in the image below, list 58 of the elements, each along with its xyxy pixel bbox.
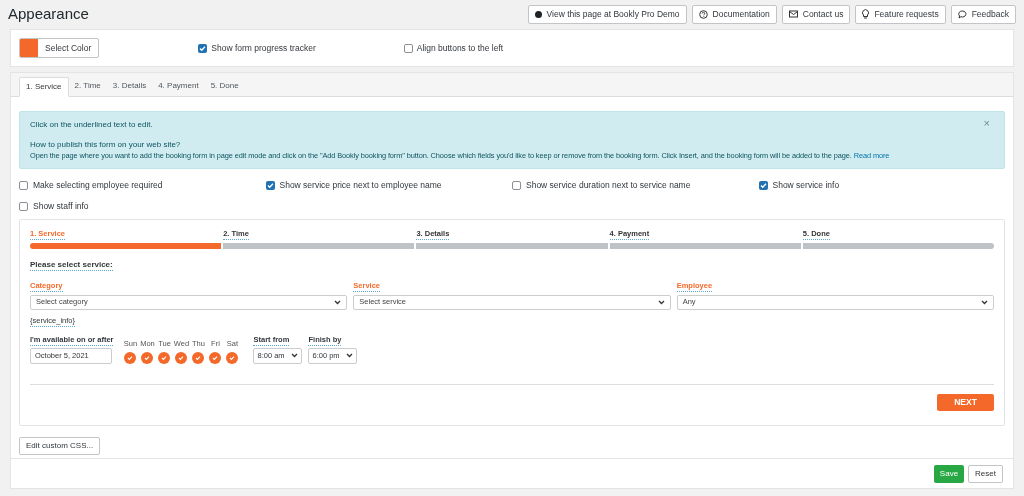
notice-text: Click on the underlined text to edit. xyxy=(30,119,153,130)
help-icon xyxy=(698,9,708,19)
check-icon xyxy=(212,354,219,361)
tab[interactable]: 1. Service xyxy=(19,77,69,97)
header-button[interactable]: Contact us xyxy=(781,4,851,24)
option-label: Make selecting employee required xyxy=(33,179,163,192)
day-checkbox[interactable] xyxy=(124,351,137,364)
dot-icon xyxy=(534,10,542,18)
day-checkbox[interactable] xyxy=(192,351,205,364)
check-icon xyxy=(195,354,202,361)
check-icon xyxy=(178,354,185,361)
header-button[interactable]: Feature requests xyxy=(855,4,946,24)
edit-css-button[interactable]: Edit custom CSS... xyxy=(19,436,101,455)
check-icon xyxy=(266,181,274,189)
day-checkbox[interactable] xyxy=(141,351,154,364)
header-button[interactable]: Documentation xyxy=(691,4,777,24)
option-label: Show staff info xyxy=(33,199,89,213)
tab[interactable]: 4. Payment xyxy=(152,76,205,96)
chat-icon xyxy=(957,9,967,19)
option-label: Show form progress tracker xyxy=(211,41,316,55)
tab[interactable]: 3. Details xyxy=(106,76,153,96)
day-checkbox[interactable] xyxy=(226,351,239,364)
tab[interactable]: 2. Time xyxy=(68,76,107,96)
lightbulb-icon xyxy=(862,9,870,19)
check-icon xyxy=(759,181,767,189)
checkbox[interactable] xyxy=(19,201,28,211)
day-checkbox[interactable] xyxy=(175,351,188,364)
checkbox[interactable] xyxy=(512,180,521,190)
checkbox[interactable] xyxy=(758,180,768,190)
page-title: Appearance xyxy=(8,3,89,24)
header-button[interactable]: Feedback xyxy=(950,4,1016,24)
notice-text: How to publish this form on your web site? xyxy=(30,139,181,150)
check-icon xyxy=(144,354,151,361)
chevron-down-icon xyxy=(346,353,354,358)
option-label: Show service duration next to service name xyxy=(526,179,691,192)
color-picker-button[interactable]: Select Color xyxy=(19,38,100,58)
day-checkbox[interactable] xyxy=(158,351,171,364)
check-icon xyxy=(229,354,236,361)
checkbox[interactable] xyxy=(198,43,208,53)
checkbox[interactable] xyxy=(403,43,413,53)
form-heading: Please select service: xyxy=(30,258,113,271)
option-label: Align buttons to the left xyxy=(416,41,504,55)
checkbox[interactable] xyxy=(265,180,275,190)
check-icon xyxy=(199,44,207,52)
checkbox[interactable] xyxy=(19,180,28,190)
chevron-down-icon xyxy=(291,353,299,358)
header-button[interactable]: View this page at Bookly Pro Demo xyxy=(527,4,687,24)
chevron-down-icon xyxy=(981,299,988,305)
day-checkbox[interactable] xyxy=(209,351,222,364)
check-icon xyxy=(161,354,168,361)
chevron-down-icon xyxy=(334,299,342,305)
option-label: Show service price next to employee name xyxy=(279,179,442,192)
check-icon xyxy=(127,354,134,361)
tab[interactable]: 5. Done xyxy=(204,76,245,96)
option-label: Show service info xyxy=(772,179,840,192)
reset-button[interactable]: Reset xyxy=(968,464,1003,483)
chevron-down-icon xyxy=(657,299,665,305)
mail-icon xyxy=(788,10,798,18)
